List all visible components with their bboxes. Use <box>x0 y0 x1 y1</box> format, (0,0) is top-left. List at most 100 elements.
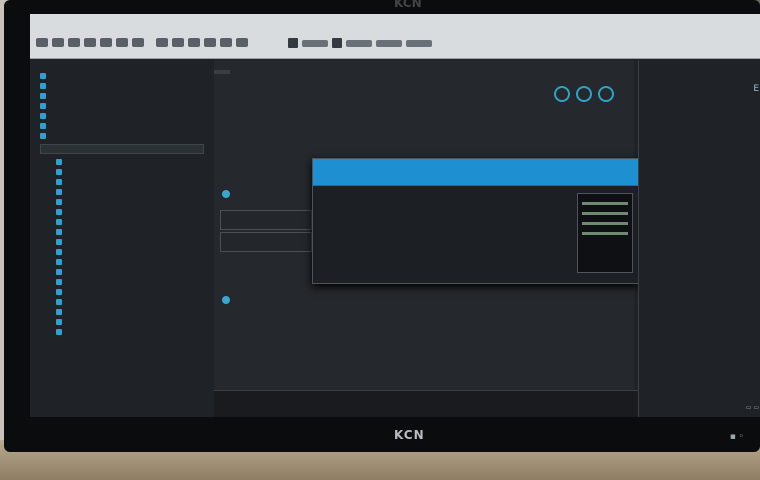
file-icon <box>56 239 62 245</box>
toolbar-button[interactable] <box>302 39 328 47</box>
popup-header <box>313 159 639 186</box>
tree-filter-input[interactable] <box>40 144 204 154</box>
toolbar-group-left <box>36 38 144 47</box>
toolbar-group-right <box>288 38 432 48</box>
option-card[interactable] <box>234 300 304 312</box>
tree-item[interactable] <box>30 288 214 296</box>
toolbar-icon[interactable] <box>288 38 298 48</box>
tree-item[interactable] <box>30 208 214 216</box>
circle-button-icon[interactable] <box>576 86 592 102</box>
tree-item[interactable] <box>30 268 214 276</box>
thumbnail-bar <box>582 202 628 205</box>
power-indicator-icon: ▪ ◦ <box>729 432 744 442</box>
file-icon <box>56 169 62 175</box>
file-icon <box>56 309 62 315</box>
toolbar-button[interactable] <box>132 38 144 47</box>
tree-item[interactable] <box>30 72 214 80</box>
screen: ⚑ <box>30 14 760 417</box>
right-panel: E ▭ ▭ <box>638 60 760 417</box>
tree-item[interactable] <box>30 248 214 256</box>
file-icon <box>56 229 62 235</box>
radio-option[interactable] <box>222 296 230 304</box>
thumbnail-bar <box>582 222 628 225</box>
left-panel <box>30 60 215 417</box>
file-icon <box>56 299 62 305</box>
tree-item[interactable] <box>30 198 214 206</box>
folder-icon <box>40 73 46 79</box>
toolbar-button[interactable] <box>188 38 200 47</box>
radio-option[interactable] <box>222 190 230 198</box>
file-icon <box>56 179 62 185</box>
file-icon <box>56 289 62 295</box>
file-icon <box>56 199 62 205</box>
popup-body <box>313 187 575 283</box>
folder-icon <box>40 103 46 109</box>
tree-item[interactable] <box>30 328 214 336</box>
file-icon <box>56 209 62 215</box>
toolbar-button[interactable] <box>36 38 48 47</box>
toolbar-button[interactable] <box>406 39 432 47</box>
toolbar-button[interactable] <box>346 39 372 47</box>
thumbnail-bar <box>582 212 628 215</box>
tree-item[interactable] <box>30 298 214 306</box>
right-panel-marker: E <box>753 84 759 94</box>
folder-icon <box>40 133 46 139</box>
monitor: KCN KCN ▪ ◦ E ▭ ▭ <box>4 0 760 452</box>
tree-item[interactable] <box>30 168 214 176</box>
toolbar-icon[interactable] <box>332 38 342 48</box>
toolbar-button[interactable] <box>156 38 168 47</box>
toolbar-button[interactable] <box>68 38 80 47</box>
option-card[interactable] <box>220 232 312 252</box>
right-panel-footer-icons[interactable]: ▭ ▭ <box>746 404 759 411</box>
thumbnail-bar <box>582 232 628 235</box>
toolbar-button[interactable] <box>100 38 112 47</box>
tree-item[interactable] <box>30 188 214 196</box>
preview-thumbnail[interactable] <box>577 193 633 273</box>
toolbar-button[interactable] <box>84 38 96 47</box>
tree-item[interactable] <box>30 228 214 236</box>
tab-main[interactable] <box>214 70 230 74</box>
file-icon <box>56 269 62 275</box>
toolbar-button[interactable] <box>204 38 216 47</box>
tree-item[interactable] <box>30 308 214 316</box>
circle-button-icon[interactable] <box>598 86 614 102</box>
option-card[interactable] <box>220 210 312 230</box>
tree-item[interactable] <box>30 318 214 326</box>
file-icon <box>56 259 62 265</box>
toolbar-group-mid <box>156 38 248 47</box>
tree-item[interactable] <box>30 132 214 140</box>
file-icon <box>56 189 62 195</box>
toolbar-button[interactable] <box>52 38 64 47</box>
tree-item[interactable] <box>30 158 214 166</box>
folder-icon <box>40 93 46 99</box>
tree-item[interactable] <box>30 218 214 226</box>
tree-item[interactable] <box>30 92 214 100</box>
tree-item[interactable] <box>30 238 214 246</box>
tree-item[interactable] <box>30 112 214 120</box>
folder-icon <box>40 83 46 89</box>
tree-item[interactable] <box>30 178 214 186</box>
toolbar-button[interactable] <box>172 38 184 47</box>
toolbar <box>30 14 760 59</box>
tree-item[interactable] <box>30 82 214 90</box>
folder-icon <box>40 113 46 119</box>
toolbar-button[interactable] <box>220 38 232 47</box>
left-panel-header <box>30 60 214 70</box>
file-icon <box>56 329 62 335</box>
file-icon <box>56 219 62 225</box>
toolbar-button[interactable] <box>376 39 402 47</box>
tree-item[interactable] <box>30 122 214 130</box>
file-icon <box>56 159 62 165</box>
popup-dialog <box>312 158 640 284</box>
folder-icon <box>40 123 46 129</box>
tree-item[interactable] <box>30 102 214 110</box>
tree-item[interactable] <box>30 278 214 286</box>
circle-button-icon[interactable] <box>554 86 570 102</box>
monitor-brand-top: KCN <box>394 0 422 10</box>
tree-item[interactable] <box>30 258 214 266</box>
action-buttons <box>554 86 614 102</box>
file-icon <box>56 279 62 285</box>
toolbar-button[interactable] <box>116 38 128 47</box>
monitor-brand-logo: KCN <box>394 428 425 442</box>
toolbar-button[interactable] <box>236 38 248 47</box>
